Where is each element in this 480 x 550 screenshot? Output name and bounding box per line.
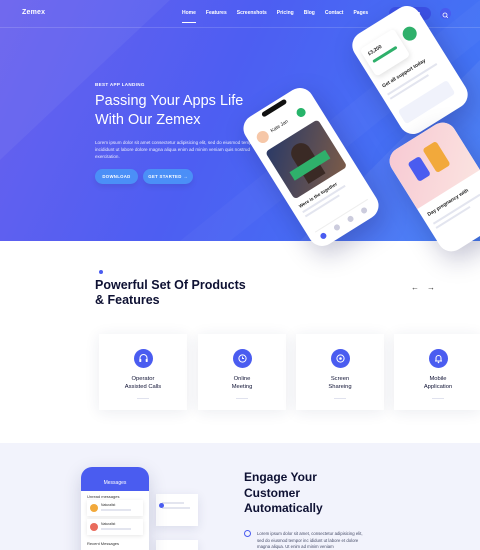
contact-name: Naturalist	[101, 522, 116, 526]
feature-card-mobile[interactable]: Mobile Application	[394, 334, 480, 410]
nav-item-pricing[interactable]: Pricing	[277, 10, 294, 16]
feature-card-label: Online Meeting	[198, 375, 286, 391]
nav-item-blog[interactable]: Blog	[304, 10, 315, 16]
feature-card-label: Mobile Application	[394, 375, 480, 391]
phone-user-name: Kate Jan	[269, 118, 290, 135]
engage-text: Lorem ipsum dolor sit amet, consectetur …	[257, 531, 363, 549]
hero-description: Lorem ipsum dolor sit amet consectetur a…	[95, 140, 256, 159]
phone-tab-icon	[319, 231, 328, 241]
feature-card-label-line1: Online	[233, 376, 251, 382]
card-divider	[137, 398, 149, 399]
features-title-line1: Powerful Set Of Products	[95, 278, 246, 292]
hero-title-line1: Passing Your Apps Life	[95, 93, 244, 109]
card-divider	[432, 398, 444, 399]
status-dot	[159, 503, 164, 508]
feature-card-label-line2: Shareing	[328, 384, 352, 390]
bell-icon	[429, 349, 448, 368]
features-title: Powerful Set Of Products & Features	[95, 278, 295, 308]
feature-card-label-line2: Application	[423, 384, 453, 390]
feature-card-meeting[interactable]: Online Meeting	[198, 334, 286, 410]
hero-eyebrow: BEST APP LANDING	[95, 82, 145, 87]
phone-call-icon	[294, 106, 308, 119]
feature-card-label-line2: Meeting	[231, 384, 253, 390]
card-divider	[334, 398, 346, 399]
search-button[interactable]	[440, 8, 451, 19]
feature-card-label: Operator Assisted Calls	[99, 375, 187, 391]
contact-name: Naturalist	[101, 503, 116, 507]
message-preview-card	[156, 540, 198, 550]
avatar	[90, 504, 98, 512]
engage-title: Engage Your Customer Automatically	[244, 470, 394, 517]
nav-item-contact[interactable]: Contact	[325, 10, 344, 16]
avatar	[254, 128, 272, 146]
feature-card-label-line1: Mobile	[429, 376, 447, 382]
engage-title-line1: Engage Your	[244, 470, 317, 484]
chat-icon	[244, 530, 251, 537]
feature-card-screen[interactable]: Screen Shareing	[296, 334, 384, 410]
engage-section	[0, 443, 480, 550]
engage-title-line3: Automatically	[244, 501, 323, 515]
clock-icon	[233, 349, 252, 368]
feature-card-label-line1: Operator	[131, 376, 155, 382]
message-preview-card	[156, 494, 198, 526]
screen-share-icon	[331, 349, 350, 368]
messages-phone-mockup: Messages Unread messages Naturalist Natu…	[81, 467, 149, 550]
recent-label: Recent Messages	[87, 541, 120, 546]
feature-card-operator[interactable]: Operator Assisted Calls	[99, 334, 187, 410]
unread-label: Unread messages	[87, 494, 120, 499]
feature-card-label-line1: Screen	[330, 376, 350, 382]
carousel-prev-button[interactable]: ←	[411, 283, 419, 292]
card-divider	[236, 398, 248, 399]
logo[interactable]: Zemex	[22, 9, 45, 16]
nav-item-screenshots[interactable]: Screenshots	[237, 10, 267, 16]
feature-card-label: Screen Shareing	[296, 375, 384, 391]
search-icon	[442, 12, 449, 19]
messages-header: Messages	[103, 480, 127, 486]
nav-item-pages[interactable]: Pages	[353, 10, 368, 16]
phone-phone-icon	[400, 23, 420, 44]
headset-icon	[134, 349, 153, 368]
feature-card-label-line2: Assisted Calls	[124, 384, 162, 390]
hero-title-line2: With Our Zemex	[95, 112, 201, 128]
nav-item-home[interactable]: Home	[182, 10, 196, 23]
section-dot	[99, 270, 103, 274]
message-row[interactable]: Naturalist	[87, 519, 143, 535]
carousel-next-button[interactable]: →	[427, 283, 435, 292]
get-started-button[interactable]: GET STARTED →	[143, 169, 193, 184]
engage-title-line2: Customer	[244, 485, 301, 500]
download-button[interactable]: DOWNLOAD	[95, 169, 138, 184]
features-title-line2: & Features	[95, 293, 160, 307]
main-menu: Home Features Screenshots Pricing Blog C…	[182, 10, 378, 23]
nav-item-features[interactable]: Features	[206, 10, 227, 16]
message-row[interactable]: Naturalist	[87, 500, 143, 516]
avatar	[90, 523, 98, 531]
